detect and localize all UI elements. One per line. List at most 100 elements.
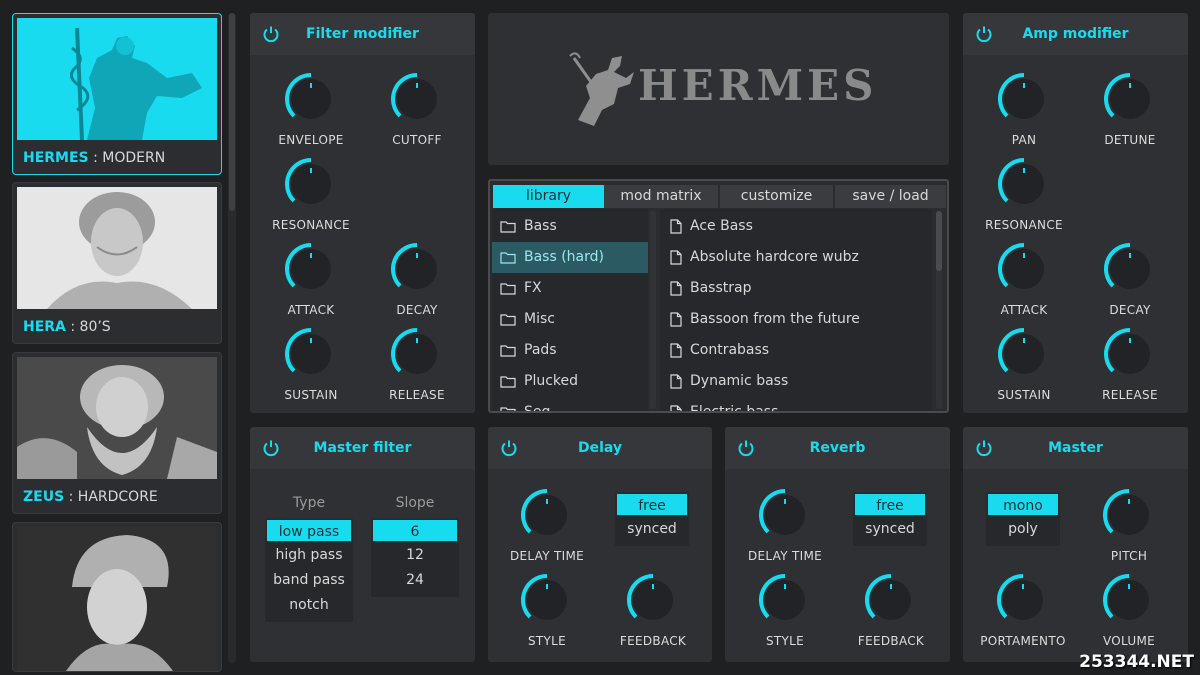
knob-sustain[interactable] (283, 326, 339, 382)
knob-label: VOLUME (1102, 634, 1156, 648)
knob-release[interactable] (389, 326, 445, 382)
mode-option[interactable]: synced (615, 517, 689, 542)
knob-label: RESONANCE (272, 218, 350, 232)
preset-name: HERA (23, 319, 66, 335)
knob-release[interactable] (1102, 326, 1158, 382)
knob-label: PITCH (1110, 549, 1148, 563)
knob-sustain[interactable] (996, 326, 1052, 382)
knob-style[interactable] (757, 572, 813, 628)
knob-label: ATTACK (1000, 303, 1048, 317)
panel-title: Master filter (313, 440, 412, 456)
file-item[interactable]: Bassoon from the future (660, 304, 932, 335)
knob-volume[interactable] (1101, 572, 1157, 628)
knob-delay-time[interactable] (757, 487, 813, 543)
knob-portamento[interactable] (995, 572, 1051, 628)
file-scrollbar-thumb[interactable] (936, 211, 942, 271)
folder-icon (500, 251, 516, 264)
folder-item[interactable]: FX (492, 273, 648, 304)
folder-icon (500, 375, 516, 388)
delay-mode-selector: free synced (615, 492, 689, 546)
file-scrollbar[interactable] (936, 211, 942, 409)
knob-detune[interactable] (1102, 71, 1158, 127)
preset-style: MODERN (102, 150, 166, 166)
preset-label: HERA : 80’S (23, 319, 111, 335)
file-item[interactable]: Contrabass (660, 335, 932, 366)
tab-save-load[interactable]: save / load (835, 185, 946, 208)
knob-label: DETUNE (1104, 133, 1156, 147)
mode-option[interactable]: free (615, 492, 689, 517)
folder-name: Pads (524, 342, 557, 358)
type-option[interactable]: notch (265, 593, 353, 618)
knob-label: SUSTAIN (284, 388, 338, 402)
knob-attack[interactable] (283, 241, 339, 297)
slope-label: Slope (395, 495, 435, 511)
folder-item[interactable]: Pads (492, 335, 648, 366)
type-selector: low pass high pass band pass notch (265, 518, 353, 622)
file-item[interactable]: Electric bass (660, 397, 932, 411)
reverb-panel: Reverb free synced DELAY TIME STYLE FEEDBA… (725, 427, 950, 662)
type-option[interactable]: band pass (265, 568, 353, 593)
knob-resonance[interactable] (996, 156, 1052, 212)
slope-option[interactable]: 12 (371, 543, 459, 568)
type-option[interactable]: high pass (265, 543, 353, 568)
tab-mod-matrix[interactable]: mod matrix (604, 185, 718, 208)
folder-item[interactable]: Seq (492, 397, 648, 411)
knob-label: SUSTAIN (997, 388, 1051, 402)
file-item[interactable]: Dynamic bass (660, 366, 932, 397)
knob-label: STYLE (765, 634, 805, 648)
preset-card-zeus[interactable]: ZEUS : HARDCORE (12, 352, 222, 514)
folder-icon (500, 220, 516, 233)
folder-name: Bass (524, 218, 557, 234)
preset-style: HARDCORE (77, 489, 158, 505)
knob-label: PORTAMENTO (980, 634, 1066, 648)
knob-feedback[interactable] (863, 572, 919, 628)
file-item[interactable]: Basstrap (660, 273, 932, 304)
knob-attack[interactable] (996, 241, 1052, 297)
mode-option[interactable]: mono (986, 492, 1060, 517)
knob-label: CUTOFF (392, 133, 442, 147)
knob-pitch[interactable] (1101, 487, 1157, 543)
knob-style[interactable] (519, 572, 575, 628)
browser-panel: library mod matrix customize save / load… (488, 179, 949, 413)
mode-option[interactable]: synced (853, 517, 927, 542)
folder-list: Bass Bass (hard) FX Misc Pads Plucked Seq (492, 209, 648, 411)
type-label: Type (292, 495, 326, 511)
file-icon (670, 249, 682, 265)
knob-envelope[interactable] (283, 71, 339, 127)
file-item[interactable]: Absolute hardcore wubz (660, 242, 932, 273)
tab-customize[interactable]: customize (720, 185, 833, 208)
file-item[interactable]: Ace Bass (660, 211, 932, 242)
knob-decay[interactable] (389, 241, 445, 297)
sidebar-scrollbar-thumb[interactable] (229, 13, 235, 211)
knob-label: DELAY TIME (509, 549, 584, 563)
tab-library[interactable]: library (493, 185, 604, 208)
folder-item[interactable]: Bass (hard) (492, 242, 648, 273)
preset-card-hera[interactable]: HERA : 80’S (12, 182, 222, 344)
preset-style: 80’S (79, 319, 111, 335)
knob-decay[interactable] (1102, 241, 1158, 297)
knob-feedback[interactable] (625, 572, 681, 628)
file-icon (670, 311, 682, 327)
slope-option[interactable]: 24 (371, 568, 459, 593)
knob-resonance[interactable] (283, 156, 339, 212)
mode-option[interactable]: poly (986, 517, 1060, 542)
type-option[interactable]: low pass (265, 518, 353, 543)
folder-scrollbar[interactable] (650, 211, 656, 409)
preset-card-hermes[interactable]: HERMES : MODERN (12, 13, 222, 175)
knob-pan[interactable] (996, 71, 1052, 127)
knob-cutoff[interactable] (389, 71, 445, 127)
folder-name: Misc (524, 311, 555, 327)
knob-delay-time[interactable] (519, 487, 575, 543)
watermark: 253344.NET (1079, 652, 1194, 672)
mode-option[interactable]: free (853, 492, 927, 517)
logo-text: HERMES (638, 61, 878, 110)
folder-item[interactable]: Plucked (492, 366, 648, 397)
knob-label: ENVELOPE (278, 133, 344, 147)
preset-card-athena[interactable] (12, 522, 222, 672)
panel-title: Master (1048, 440, 1103, 456)
folder-item[interactable]: Bass (492, 211, 648, 242)
slope-option[interactable]: 6 (371, 518, 459, 543)
folder-item[interactable]: Misc (492, 304, 648, 335)
sidebar-scrollbar[interactable] (228, 13, 236, 663)
folder-icon (500, 313, 516, 326)
